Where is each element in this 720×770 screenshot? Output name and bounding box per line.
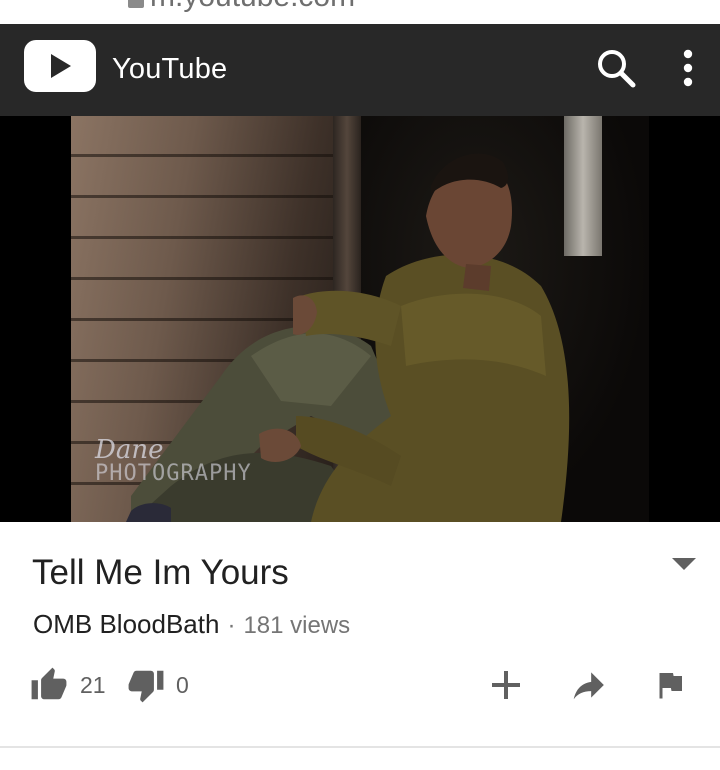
divider (0, 746, 720, 748)
youtube-play-icon[interactable] (24, 40, 96, 92)
app-title: YouTube (112, 53, 228, 85)
video-player[interactable]: Dane PHOTOGRAPHY (0, 116, 720, 522)
add-to-playlist-icon[interactable] (487, 666, 525, 704)
watermark-line1: Dane (95, 435, 164, 465)
browser-url-bar[interactable]: m.youtube.com (0, 0, 720, 24)
dislike-count: 0 (176, 672, 189, 698)
like-icon[interactable] (30, 666, 68, 704)
url-text: m.youtube.com (150, 0, 355, 14)
like-count: 21 (80, 672, 106, 698)
search-icon[interactable] (594, 46, 638, 90)
flag-icon[interactable] (652, 666, 688, 704)
photographer-watermark: Dane PHOTOGRAPHY (95, 435, 252, 486)
app-bar: YouTube (0, 24, 720, 116)
lock-icon (128, 0, 144, 8)
channel-name[interactable]: OMB BloodBath (33, 609, 219, 639)
action-bar: 21 0 (0, 660, 720, 710)
watermark-line2: PHOTOGRAPHY (95, 461, 252, 486)
expand-arrow-icon[interactable] (668, 552, 700, 576)
more-vert-icon[interactable] (670, 46, 706, 90)
share-icon[interactable] (567, 666, 609, 704)
view-count: 181 views (243, 612, 351, 639)
channel-row: OMB BloodBath · 181 views (33, 609, 350, 640)
dislike-icon[interactable] (127, 666, 165, 704)
separator-dot: · (227, 612, 236, 639)
video-frame: Dane PHOTOGRAPHY (71, 116, 649, 522)
video-title: Tell Me Im Yours (32, 553, 289, 592)
